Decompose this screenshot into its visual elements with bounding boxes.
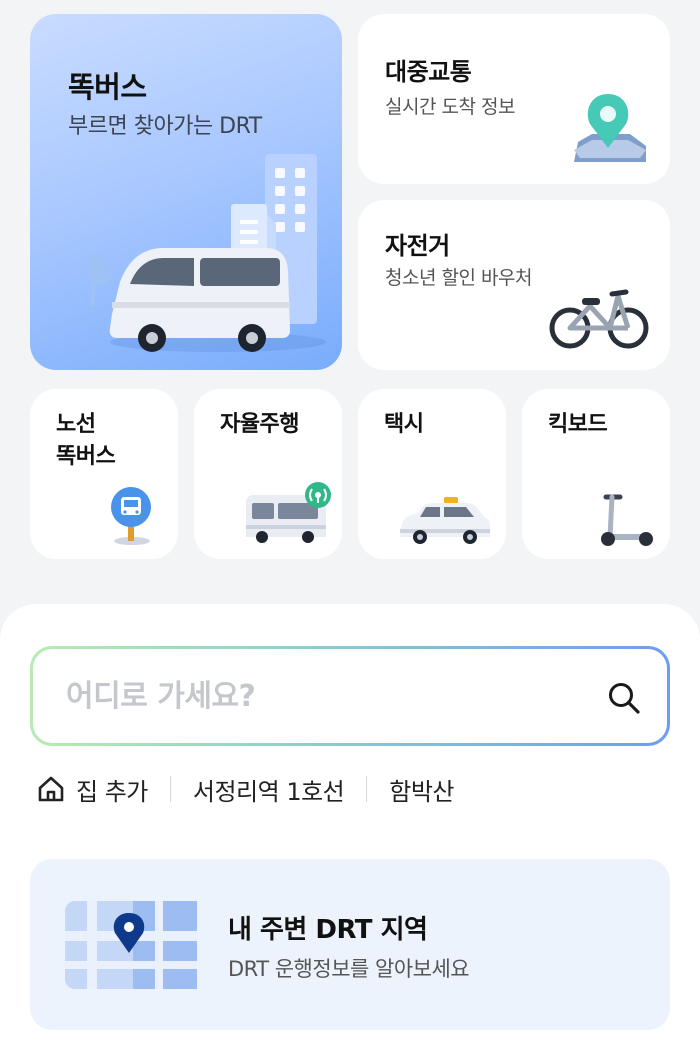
autonomous-card[interactable]: 자율주행 [194, 389, 342, 559]
bus-stop-icon [111, 487, 151, 545]
van-icon [90, 154, 326, 352]
route-ttokbus-title-line2: 똑버스 [56, 444, 116, 469]
route-ttokbus-title-line1: 노선 [56, 412, 96, 437]
kickboard-card[interactable]: 킥보드 [522, 389, 670, 559]
transit-title: 대중교통 [385, 58, 472, 86]
map-icon [65, 901, 197, 989]
route-ttokbus-title: 노선 똑버스 [56, 409, 116, 473]
transit-card[interactable]: 대중교통 실시간 도착 정보 [358, 14, 670, 184]
quick-destination-1[interactable]: 서정리역 1호선 [193, 772, 345, 807]
route-ttokbus-card[interactable]: 노선 똑버스 [30, 389, 178, 559]
transit-subtitle: 실시간 도착 정보 [385, 96, 515, 118]
autonomous-bus-icon [246, 482, 331, 543]
taxi-card[interactable]: 택시 [358, 389, 506, 559]
drt-banner-title: 내 주변 DRT 지역 [228, 915, 428, 945]
ttokbus-title: 똑버스 [68, 70, 147, 104]
ttokbus-card[interactable]: 똑버스 부르면 찾아가는 DRT [30, 14, 342, 370]
drt-banner-subtitle: DRT 운행정보를 알아보세요 [228, 957, 470, 981]
quick-destinations: 집 추가 서정리역 1호선 함박산 [36, 770, 455, 808]
home-icon [38, 776, 64, 802]
taxi-icon [400, 497, 490, 544]
bike-subtitle: 청소년 할인 바우처 [385, 267, 532, 289]
bicycle-icon [549, 289, 649, 349]
search-input[interactable] [66, 671, 586, 721]
quick-destination-2[interactable]: 함박산 [389, 772, 454, 807]
bike-card[interactable]: 자전거 청소년 할인 바우처 [358, 200, 670, 370]
add-home-button[interactable]: 집 추가 [36, 772, 148, 807]
add-home-label: 집 추가 [76, 777, 148, 806]
ttokbus-subtitle: 부르면 찾아가는 DRT [68, 114, 262, 139]
divider [366, 776, 368, 802]
kickboard-icon [601, 494, 653, 546]
bike-title: 자전거 [385, 232, 450, 260]
nearby-drt-banner[interactable]: 내 주변 DRT 지역 DRT 운행정보를 알아보세요 [30, 859, 670, 1030]
autonomous-title: 자율주행 [220, 412, 299, 437]
map-pin-icon [574, 94, 646, 162]
search-icon[interactable] [607, 681, 641, 715]
search-box[interactable] [30, 646, 670, 746]
divider [169, 776, 171, 802]
kickboard-title: 킥보드 [548, 412, 608, 437]
taxi-title: 택시 [384, 412, 424, 437]
